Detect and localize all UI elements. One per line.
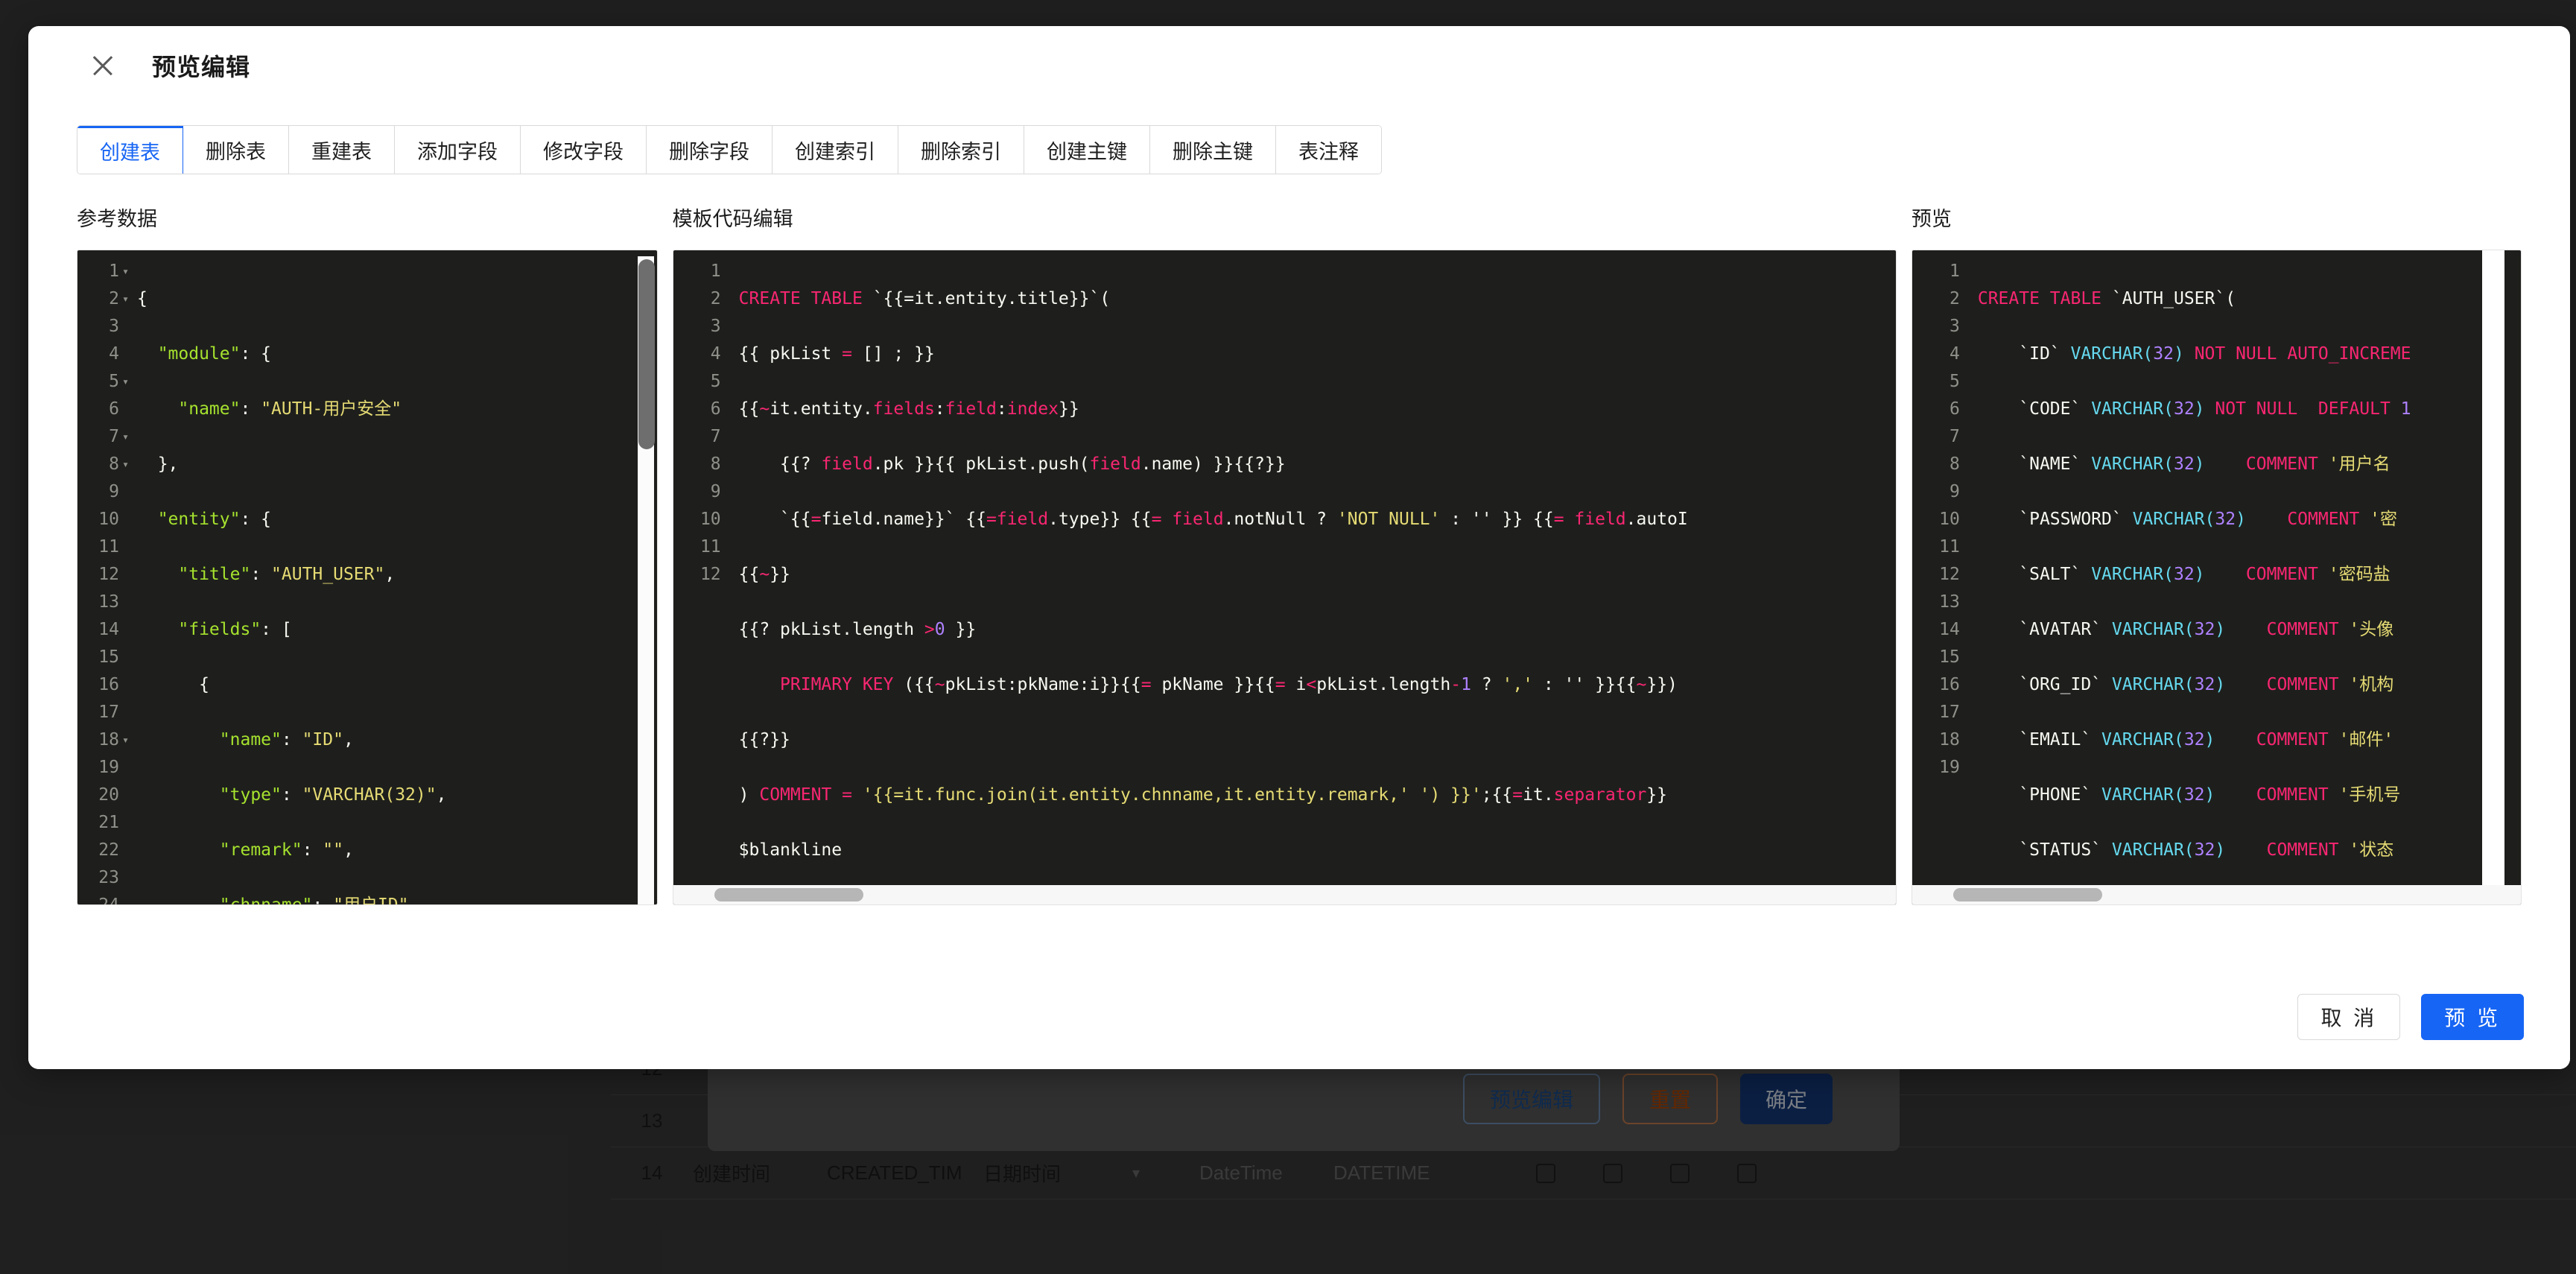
reference-gutter: 1▾ 2▾ 3 4 5▾ 6 7▾ 8▾ 9 10 11 12 13 14 — [77, 258, 131, 904]
template-horizontal-scrollbar[interactable] — [673, 885, 1896, 904]
template-gutter: 123 456 789 101112 — [673, 258, 733, 904]
preview-title: 预览 — [1912, 203, 2522, 232]
tab-rebuild-table[interactable]: 重建表 — [289, 126, 395, 174]
modal-footer: 取 消 预 览 — [28, 965, 2570, 1069]
tab-table-comment[interactable]: 表注释 — [1276, 126, 1381, 174]
preview-code-text: CREATE TABLE `AUTH_USER`( `ID` VARCHAR(3… — [1972, 258, 2521, 904]
template-code-title: 模板代码编辑 — [673, 203, 1897, 232]
tab-delete-index[interactable]: 删除索引 — [898, 126, 1024, 174]
reference-data-title: 参考数据 — [77, 203, 658, 232]
reference-data-panel: 参考数据 1▾ 2▾ 3 4 5▾ 6 7▾ 8▾ 9 10 11 — [77, 203, 658, 905]
page-title: 预览编辑 — [152, 48, 250, 83]
reference-data-editor[interactable]: 1▾ 2▾ 3 4 5▾ 6 7▾ 8▾ 9 10 11 12 13 14 — [77, 250, 658, 905]
tab-create-pk[interactable]: 创建主键 — [1024, 126, 1150, 174]
preview-edit-modal: 预览编辑 创建表 删除表 重建表 添加字段 修改字段 删除字段 创建索引 删除索… — [28, 26, 2570, 1069]
template-code-text: CREATE TABLE `{{=it.entity.title}}`( {{ … — [733, 258, 1896, 904]
close-icon[interactable] — [88, 51, 118, 80]
template-type-tabs: 创建表 删除表 重建表 添加字段 修改字段 删除字段 创建索引 删除索引 创建主… — [77, 125, 1382, 174]
tab-delete-pk[interactable]: 删除主键 — [1150, 126, 1276, 174]
editor-panels: 参考数据 1▾ 2▾ 3 4 5▾ 6 7▾ 8▾ 9 10 11 — [28, 203, 2570, 905]
tab-delete-field[interactable]: 删除字段 — [647, 126, 773, 174]
preview-editor[interactable]: 123 456 789 101112 131415 161718 19 CREA… — [1912, 250, 2522, 905]
preview-gutter: 123 456 789 101112 131415 161718 19 — [1912, 258, 1972, 904]
preview-horizontal-scrollbar[interactable] — [1912, 885, 2521, 904]
tab-add-field[interactable]: 添加字段 — [395, 126, 521, 174]
tab-drop-table[interactable]: 删除表 — [183, 126, 289, 174]
cancel-button[interactable]: 取 消 — [2297, 994, 2400, 1040]
preview-panel: 预览 123 456 789 101112 131415 161718 19 C… — [1912, 203, 2522, 905]
modal-header: 预览编辑 — [28, 26, 2570, 104]
template-code-panel: 模板代码编辑 123 456 789 101112 CREATE TABLE `… — [673, 203, 1897, 905]
reference-vertical-scrollbar[interactable] — [638, 256, 654, 905]
tab-modify-field[interactable]: 修改字段 — [521, 126, 647, 174]
tab-create-table[interactable]: 创建表 — [77, 126, 183, 174]
reference-code-text: { "module": { "name": "AUTH-用户安全" }, "en… — [131, 258, 657, 904]
preview-right-edge — [2482, 250, 2504, 904]
preview-button[interactable]: 预 览 — [2421, 994, 2524, 1040]
template-code-editor[interactable]: 123 456 789 101112 CREATE TABLE `{{=it.e… — [673, 250, 1897, 905]
tab-create-index[interactable]: 创建索引 — [773, 126, 898, 174]
